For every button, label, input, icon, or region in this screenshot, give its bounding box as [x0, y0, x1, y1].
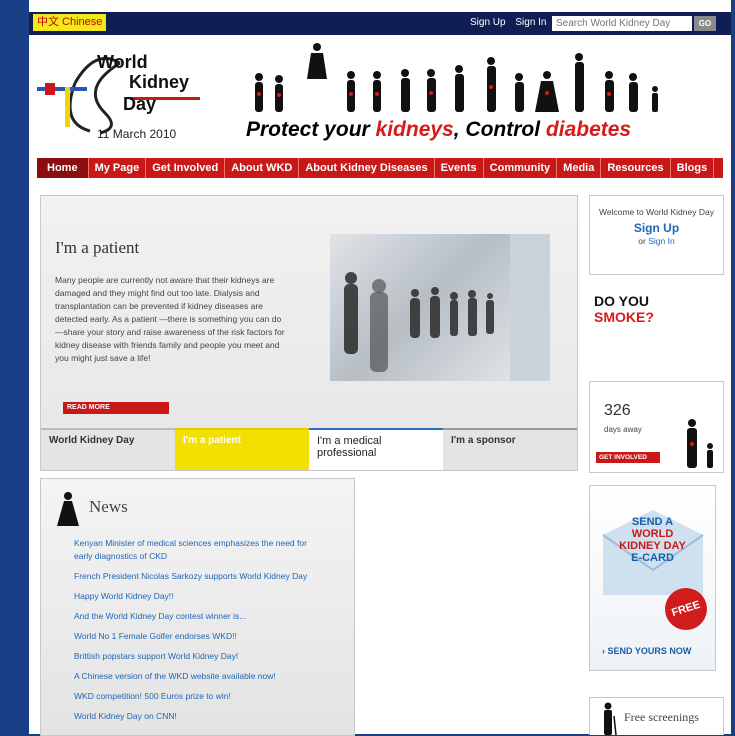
- main-nav: Home My Page Get Involved About WKD Abou…: [37, 158, 723, 178]
- tab-world-kidney-day[interactable]: World Kidney Day: [41, 428, 175, 470]
- tab-sponsor[interactable]: I'm a sponsor: [443, 428, 577, 470]
- read-more-button[interactable]: READ MORE: [63, 402, 169, 414]
- feature-title: I'm a patient: [55, 238, 140, 257]
- ecard-line-4: E-CARD: [631, 552, 674, 564]
- tab-patient[interactable]: I'm a patient: [175, 428, 309, 470]
- feature-photo: [330, 234, 550, 381]
- news-item[interactable]: Kenyan Minister of medical sciences emph…: [74, 537, 324, 563]
- logo-line-kidney: Kidney: [129, 72, 190, 92]
- search-go-button[interactable]: GO: [694, 16, 716, 31]
- tab-medical-professional[interactable]: I'm a medical professional: [309, 428, 443, 470]
- news-title: News: [89, 497, 128, 516]
- feature-panel: I'm a patient Many people are currently …: [40, 195, 578, 471]
- nav-home[interactable]: Home: [37, 158, 89, 178]
- welcome-box: Welcome to World Kidney Day Sign Up or S…: [589, 195, 724, 275]
- signup-link[interactable]: Sign Up: [470, 17, 506, 28]
- free-screenings-box[interactable]: Free screenings: [589, 697, 724, 735]
- days-remaining: 326: [604, 402, 631, 419]
- family-silhouette-icon: [687, 419, 713, 468]
- or-text: or: [638, 236, 646, 246]
- feature-body: Many people are currently not aware that…: [55, 275, 285, 363]
- ecard-line-1: SEND A: [631, 516, 674, 528]
- tagline-part-2: kidneys: [375, 118, 454, 141]
- tagline-part-4: diabetes: [545, 118, 632, 141]
- send-yours-link[interactable]: › SEND YOURS NOW: [602, 646, 691, 656]
- search-input[interactable]: [552, 16, 692, 31]
- logo-line-world: World: [97, 52, 148, 72]
- news-item[interactable]: Happy World Kidney Day!!: [74, 590, 324, 603]
- sidebar-signin-link[interactable]: Sign In: [648, 236, 674, 246]
- sidebar-signup-link[interactable]: Sign Up: [590, 221, 723, 235]
- tagline-part-1: Protect your: [246, 118, 376, 141]
- ecard-text: SEND A WORLD KIDNEY DAY E-CARD: [610, 516, 695, 564]
- news-item[interactable]: World Kidney Day on CNN!: [74, 710, 324, 723]
- nav-my-page[interactable]: My Page: [89, 158, 147, 178]
- news-list: Kenyan Minister of medical sciences emph…: [74, 537, 324, 730]
- welcome-text: Welcome to World Kidney Day: [599, 207, 714, 217]
- nav-about-wkd[interactable]: About WKD: [225, 158, 300, 178]
- smoke-promo[interactable]: DO YOU SMOKE?: [594, 293, 654, 325]
- nav-blogs[interactable]: Blogs: [671, 158, 715, 178]
- woman-silhouette-icon: [57, 492, 79, 526]
- nav-events[interactable]: Events: [435, 158, 484, 178]
- page: 中文 Chinese Sign Up Sign In GO World Kidn…: [29, 0, 731, 736]
- top-bar: 中文 Chinese Sign Up Sign In GO: [29, 12, 731, 35]
- smoke-line-1: DO YOU: [594, 293, 649, 309]
- sidebar-signin-line: or Sign In: [590, 236, 723, 246]
- news-item[interactable]: And the World Kidney Day contest winner …: [74, 610, 324, 623]
- man-with-cane-icon: [604, 702, 617, 735]
- wkd-logo[interactable]: World Kidney Day 11 March 2010: [35, 43, 205, 143]
- ecard-line-3: KIDNEY DAY: [619, 540, 686, 552]
- silhouettes-icon: [255, 43, 658, 112]
- language-switch[interactable]: 中文 Chinese: [33, 14, 107, 31]
- tagline-part-3: , Control: [453, 118, 546, 141]
- campaign-tagline: Protect your kidneys, Control diabetes: [246, 118, 631, 142]
- news-panel: News Kenyan Minister of medical sciences…: [40, 478, 355, 736]
- ecard-promo[interactable]: SEND A WORLD KIDNEY DAY E-CARD FREE › SE…: [589, 485, 716, 671]
- news-item[interactable]: World No 1 Female Golfer endorses WKD!!: [74, 630, 324, 643]
- smoke-line-2: SMOKE?: [594, 309, 654, 325]
- get-involved-button[interactable]: GET INVOLVED: [596, 452, 660, 463]
- nav-resources[interactable]: Resources: [601, 158, 671, 178]
- logo-line-day: Day: [123, 94, 157, 114]
- days-away-label: days away: [604, 425, 642, 434]
- news-item[interactable]: French President Nicolas Sarkozy support…: [74, 570, 324, 583]
- nav-media[interactable]: Media: [557, 158, 602, 178]
- news-item[interactable]: Brittish popstars support World Kidney D…: [74, 650, 324, 663]
- event-date: 11 March 2010: [97, 127, 177, 141]
- news-item[interactable]: WKD competition! 500 Euros prize to win!: [74, 690, 324, 703]
- header: World Kidney Day 11 March 2010 Protect y…: [29, 35, 731, 157]
- news-item[interactable]: A Chinese version of the WKD website ava…: [74, 670, 324, 683]
- people-walking-icon: [344, 234, 550, 381]
- nav-get-involved[interactable]: Get Involved: [146, 158, 226, 178]
- audience-tabs: World Kidney Day I'm a patient I'm a med…: [41, 428, 577, 470]
- ecard-line-2: WORLD: [631, 528, 674, 540]
- nav-about-kidney-diseases[interactable]: About Kidney Diseases: [299, 158, 435, 178]
- account-links: Sign Up Sign In: [470, 17, 554, 28]
- free-screenings-title: Free screenings: [624, 710, 699, 724]
- countdown-box: 326 days away GET INVOLVED: [589, 381, 724, 473]
- signin-link[interactable]: Sign In: [515, 17, 546, 28]
- nav-community[interactable]: Community: [484, 158, 558, 178]
